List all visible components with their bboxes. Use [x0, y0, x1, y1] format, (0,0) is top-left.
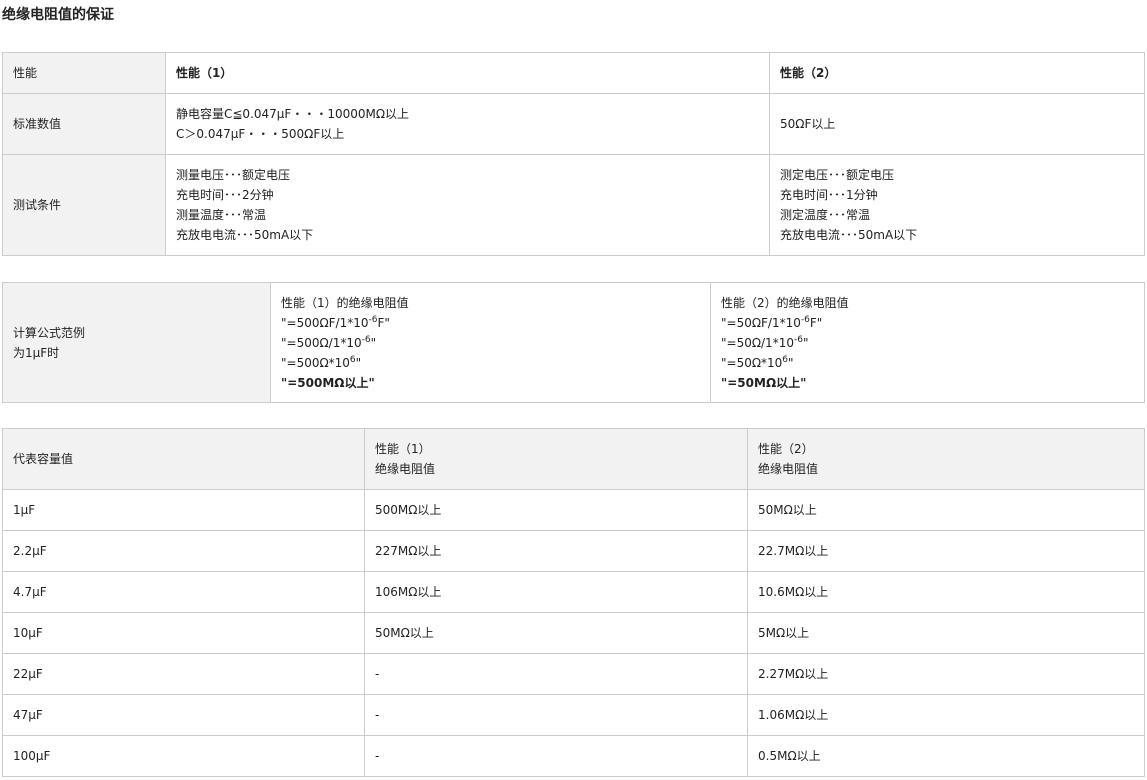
test-perf1-line: 充放电电流･･･50mA以下	[176, 228, 314, 242]
formula-perf1-step2: "=500Ω/1*10-6"	[281, 334, 377, 350]
perf1-cell: 106MΩ以上	[364, 571, 748, 613]
test-perf1-line: 充电时间･･･2分钟	[176, 188, 274, 202]
spec-header-perf1: 性能（1）	[165, 52, 770, 94]
table-row: 47μF - 1.06MΩ以上	[2, 694, 1145, 736]
perf1-cell: -	[364, 694, 748, 736]
spec-header-label: 性能	[2, 52, 166, 94]
values-header-perf2-line1: 性能（2）	[758, 442, 814, 456]
spec-test-row: 测试条件 测量电压･･･额定电压 充电时间･･･2分钟 测量温度･･･常温 充放…	[2, 154, 1145, 256]
capacity-cell: 1μF	[2, 489, 365, 531]
table-row: 22μF - 2.27MΩ以上	[2, 653, 1145, 695]
formula-perf2-title: 性能（2）的绝缘电阻值	[721, 295, 849, 310]
formula-perf1-step1: "=500ΩF/1*10-6F"	[281, 314, 390, 330]
formula-label-line1: 计算公式范例	[13, 325, 86, 340]
spec-header-perf2: 性能（2）	[769, 52, 1145, 94]
formula-row: 计算公式范例 为1μF时 性能（1）的绝缘电阻值 "=500ΩF/1*10-6F…	[2, 282, 1145, 403]
spec-standard-perf2: 50ΩF以上	[769, 93, 1145, 155]
table-row: 2.2μF 227MΩ以上 22.7MΩ以上	[2, 530, 1145, 572]
formula-perf2-step1: "=50ΩF/1*10-6F"	[721, 314, 823, 330]
test-perf2-line: 充放电电流･･･50mA以下	[780, 228, 918, 242]
perf2-cell: 22.7MΩ以上	[747, 530, 1145, 572]
capacity-cell: 2.2μF	[2, 530, 365, 572]
capacity-cell: 10μF	[2, 612, 365, 654]
perf1-cell: 500MΩ以上	[364, 489, 748, 531]
spec-standard-row: 标准数值 静电容量C≦0.047μF・・・10000MΩ以上 C＞0.047μF…	[2, 93, 1145, 155]
values-table: 代表容量值 性能（1） 绝缘电阻值 性能（2） 绝缘电阻值 1μF 500MΩ以…	[2, 428, 1145, 777]
values-header-perf1-line2: 绝缘电阻值	[375, 462, 436, 476]
perf1-cell: 50MΩ以上	[364, 612, 748, 654]
table-row: 4.7μF 106MΩ以上 10.6MΩ以上	[2, 571, 1145, 613]
table-row: 10μF 50MΩ以上 5MΩ以上	[2, 612, 1145, 654]
formula-perf2: 性能（2）的绝缘电阻值 "=50ΩF/1*10-6F" "=50Ω/1*10-6…	[710, 282, 1145, 403]
test-perf1-line: 测量电压･･･额定电压	[176, 168, 291, 182]
perf2-cell: 50MΩ以上	[747, 489, 1145, 531]
values-header-row: 代表容量值 性能（1） 绝缘电阻值 性能（2） 绝缘电阻值	[2, 428, 1145, 490]
perf2-cell: 2.27MΩ以上	[747, 653, 1145, 695]
perf2-cell: 5MΩ以上	[747, 612, 1145, 654]
perf1-cell: -	[364, 653, 748, 695]
standard-perf1-line: C＞0.047μF・・・500ΩF以上	[176, 127, 345, 141]
formula-perf2-step2: "=50Ω/1*10-6"	[721, 334, 809, 350]
formula-perf1-step3: "=500Ω*106"	[281, 354, 362, 370]
capacity-cell: 4.7μF	[2, 571, 365, 613]
test-perf2-line: 测定电压･･･额定电压	[780, 168, 895, 182]
table-row: 100μF - 0.5MΩ以上	[2, 735, 1145, 777]
perf2-cell: 10.6MΩ以上	[747, 571, 1145, 613]
formula-table: 计算公式范例 为1μF时 性能（1）的绝缘电阻值 "=500ΩF/1*10-6F…	[2, 282, 1145, 403]
spec-standard-perf1: 静电容量C≦0.047μF・・・10000MΩ以上 C＞0.047μF・・・50…	[165, 93, 770, 155]
spec-test-perf2: 测定电压･･･额定电压 充电时间･･･1分钟 测定温度･･･常温 充放电电流･･…	[769, 154, 1145, 256]
formula-perf2-step3: "=50Ω*106"	[721, 354, 794, 370]
page-title: 绝缘电阻值的保证	[2, 7, 114, 23]
formula-label-line2: 为1μF时	[13, 345, 60, 360]
capacity-cell: 22μF	[2, 653, 365, 695]
spec-standard-label: 标准数值	[2, 93, 166, 155]
values-header-perf1: 性能（1） 绝缘电阻值	[364, 428, 748, 490]
table-row: 1μF 500MΩ以上 50MΩ以上	[2, 489, 1145, 531]
perf1-cell: 227MΩ以上	[364, 530, 748, 572]
spec-test-perf1: 测量电压･･･额定电压 充电时间･･･2分钟 测量温度･･･常温 充放电电流･･…	[165, 154, 770, 256]
perf2-cell: 0.5MΩ以上	[747, 735, 1145, 777]
spec-table: 性能 性能（1） 性能（2） 标准数值 静电容量C≦0.047μF・・・1000…	[2, 52, 1145, 256]
formula-perf1: 性能（1）的绝缘电阻值 "=500ΩF/1*10-6F" "=500Ω/1*10…	[270, 282, 711, 403]
formula-perf1-title: 性能（1）的绝缘电阻值	[281, 295, 409, 310]
capacity-cell: 100μF	[2, 735, 365, 777]
formula-perf1-result: "=500MΩ以上"	[281, 375, 375, 390]
spec-header-row: 性能 性能（1） 性能（2）	[2, 52, 1145, 94]
capacity-cell: 47μF	[2, 694, 365, 736]
test-perf2-line: 充电时间･･･1分钟	[780, 188, 878, 202]
test-perf1-line: 测量温度･･･常温	[176, 208, 267, 222]
values-header-perf1-line1: 性能（1）	[375, 442, 431, 456]
test-perf2-line: 测定温度･･･常温	[780, 208, 871, 222]
values-header-capacity: 代表容量值	[2, 428, 365, 490]
perf2-cell: 1.06MΩ以上	[747, 694, 1145, 736]
spec-test-label: 测试条件	[2, 154, 166, 256]
perf1-cell: -	[364, 735, 748, 777]
formula-perf2-result: "=50MΩ以上"	[721, 375, 807, 390]
values-header-perf2-line2: 绝缘电阻值	[758, 462, 819, 476]
formula-label: 计算公式范例 为1μF时	[2, 282, 271, 403]
values-header-perf2: 性能（2） 绝缘电阻值	[747, 428, 1145, 490]
standard-perf1-line: 静电容量C≦0.047μF・・・10000MΩ以上	[176, 107, 410, 121]
